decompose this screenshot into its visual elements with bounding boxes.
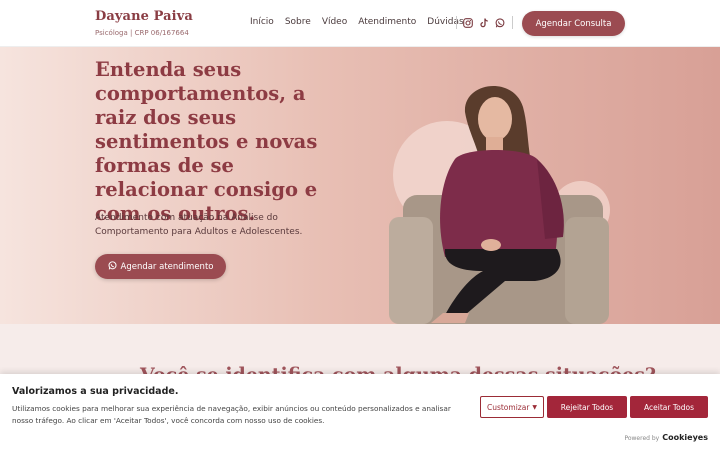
cookie-text: Utilizamos cookies para melhorar sua exp… xyxy=(12,404,451,425)
customize-label: Customizar xyxy=(486,402,530,412)
schedule-appointment-label: Agendar atendimento xyxy=(120,261,214,272)
schedule-appointment-button[interactable]: Agendar atendimento xyxy=(95,254,226,279)
powered-by[interactable]: Powered by Cookieyes xyxy=(624,433,708,442)
hero-title: Entenda seus comportamentos, a raiz dos … xyxy=(95,58,318,225)
psychologist-portrait xyxy=(389,86,609,324)
cookie-title: Valorizamos a sua privacidade. xyxy=(12,386,179,397)
schedule-consultation-button[interactable]: Agendar Consulta xyxy=(522,11,625,36)
nav-item-video[interactable]: Vídeo xyxy=(322,17,347,27)
nav-item-inicio[interactable]: Início xyxy=(250,17,274,27)
nav-divider xyxy=(456,16,457,29)
brand[interactable]: Dayane Paiva Psicóloga | CRP 06/167664 xyxy=(95,9,193,37)
accept-all-button[interactable]: Aceitar Todos xyxy=(630,396,708,418)
site-header: Dayane Paiva Psicóloga | CRP 06/167664 I… xyxy=(0,0,720,47)
brand-subtitle: Psicóloga | CRP 06/167664 xyxy=(95,29,189,37)
caret-down-icon: ▼ xyxy=(532,403,538,411)
main-nav: Início Sobre Vídeo Atendimento Dúvidas xyxy=(250,17,475,27)
tiktok-icon[interactable] xyxy=(478,17,489,28)
hero-description: Atendimento com atuação na Análise do Co… xyxy=(95,213,303,237)
customize-button[interactable]: Customizar ▼ xyxy=(480,396,544,418)
whatsapp-icon xyxy=(107,260,117,273)
nav-item-sobre[interactable]: Sobre xyxy=(285,17,311,27)
brand-name: Dayane Paiva xyxy=(95,9,193,24)
whatsapp-icon[interactable] xyxy=(494,17,505,28)
nav-divider xyxy=(512,16,513,29)
instagram-icon[interactable] xyxy=(462,17,473,28)
powered-by-label: Powered by xyxy=(624,435,660,442)
reject-all-button[interactable]: Rejeitar Todos xyxy=(547,396,627,418)
nav-item-duvidas[interactable]: Dúvidas xyxy=(427,17,463,27)
cookie-banner: Valorizamos a sua privacidade. Utilizamo… xyxy=(0,374,720,450)
hero-section: Entenda seus comportamentos, a raiz dos … xyxy=(0,47,720,324)
nav-item-atendimento[interactable]: Atendimento xyxy=(358,17,416,27)
cookieyes-logo: Cookieyes xyxy=(662,433,708,442)
